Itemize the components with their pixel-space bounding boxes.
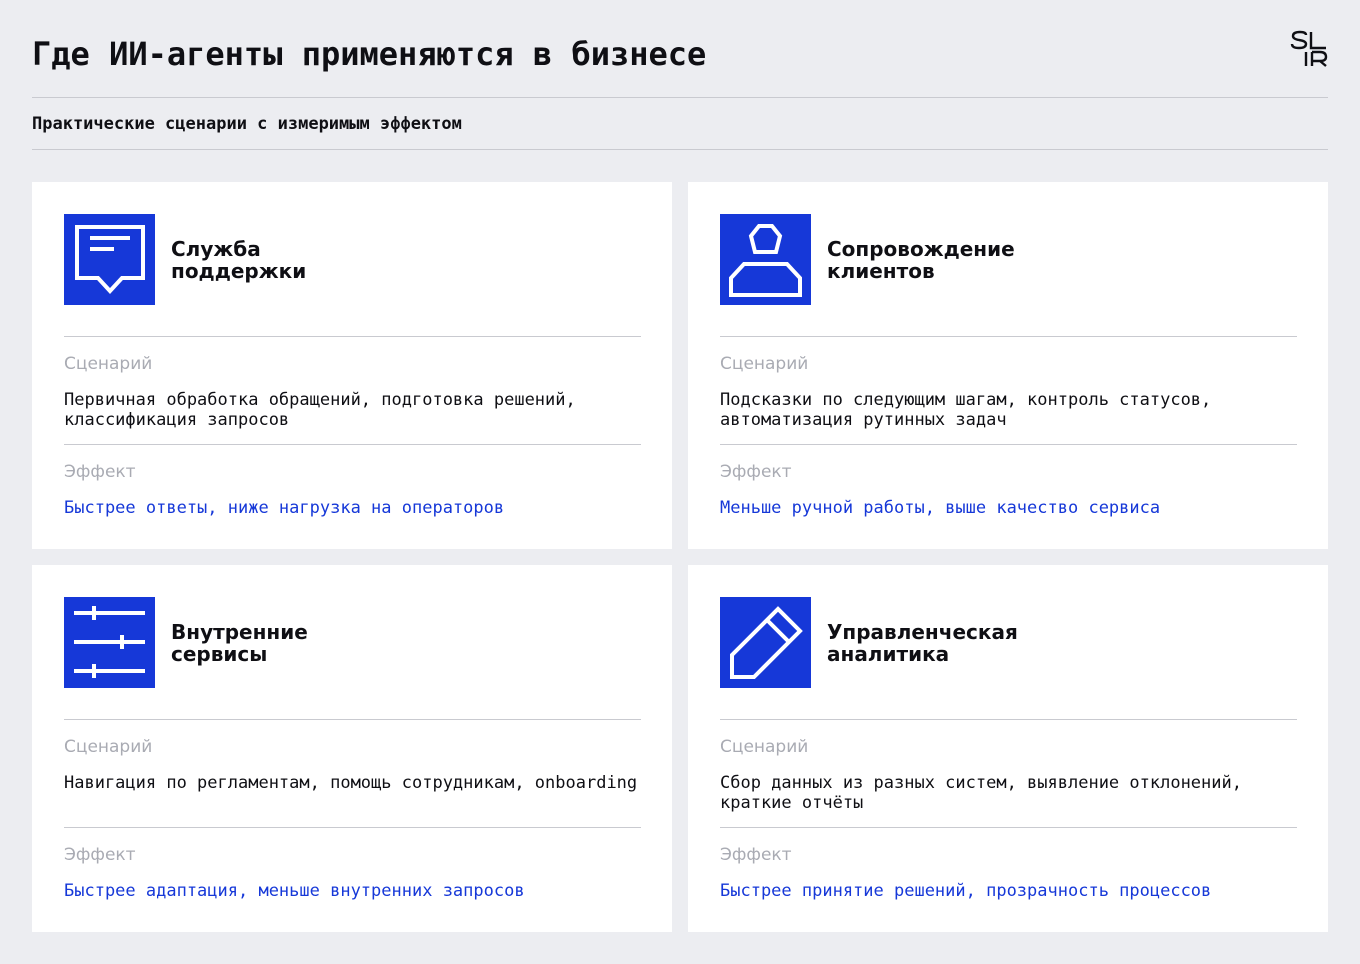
sliders-icon [64,597,155,688]
scenario-label: Сценарий [720,737,809,757]
effect-text: Быстрее адаптация, меньше внутренних зап… [64,881,525,901]
page-title: Где ИИ-агенты применяются в бизнесе [32,35,707,73]
page-subtitle: Практические сценарии с измеримым эффект… [32,114,462,134]
scenario-text: Навигация по регламентам, помощь сотрудн… [64,773,638,793]
divider [64,827,641,828]
card-title: Сопровождение клиентов [827,237,1015,283]
divider [64,336,641,337]
chat-message-icon [64,214,155,305]
card-internal: Внутренние сервисы Сценарий Навигация по… [32,565,672,932]
scenario-text: Первичная обработка обращений, подготовк… [64,390,576,430]
divider [64,719,641,720]
card-title: Служба поддержки [171,237,307,283]
effect-text: Быстрее принятие решений, прозрачность п… [720,881,1212,901]
pencil-icon [720,597,811,688]
scenario-label: Сценарий [720,354,809,374]
page-header: Где ИИ-агенты применяются в бизнесе [32,28,1328,98]
scenario-text: Подсказки по следующим шагам, контроль с… [720,390,1212,430]
divider [720,444,1297,445]
card-title: Управленческая аналитика [827,620,1018,666]
card-support: Служба поддержки Сценарий Первичная обра… [32,182,672,549]
user-icon [720,214,811,305]
divider [64,444,641,445]
effect-label: Эффект [64,845,136,865]
divider [720,827,1297,828]
scenario-label: Сценарий [64,354,153,374]
effect-label: Эффект [720,845,792,865]
divider [720,719,1297,720]
effect-text: Меньше ручной работы, выше качество серв… [720,498,1161,518]
card-title: Внутренние сервисы [171,620,308,666]
effect-text: Быстрее ответы, ниже нагрузка на операто… [64,498,505,518]
effect-label: Эффект [64,462,136,482]
subtitle-row: Практические сценарии с измеримым эффект… [32,98,1328,150]
scenario-label: Сценарий [64,737,153,757]
slr-logo [1290,28,1328,68]
scenario-text: Сбор данных из разных систем, выявление … [720,773,1242,813]
card-analytics: Управленческая аналитика Сценарий Сбор д… [688,565,1328,932]
effect-label: Эффект [720,462,792,482]
divider [720,336,1297,337]
card-clients: Сопровождение клиентов Сценарий Подсказк… [688,182,1328,549]
